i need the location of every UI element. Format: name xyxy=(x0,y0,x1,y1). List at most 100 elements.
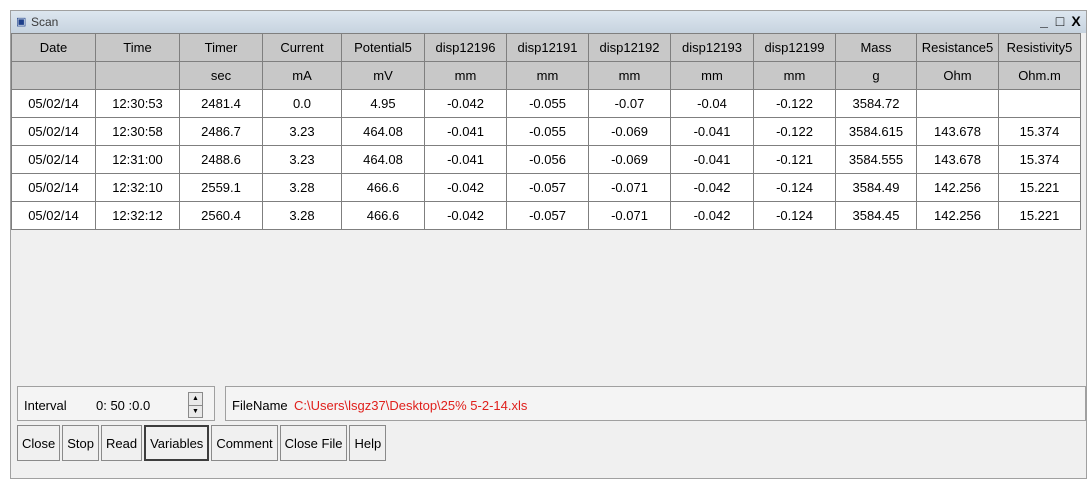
units-header-row-cell[interactable] xyxy=(95,61,180,90)
units-header-row-cell[interactable]: sec xyxy=(179,61,263,90)
table-cell[interactable]: -0.041 xyxy=(424,117,507,146)
table-cell[interactable]: 0.0 xyxy=(262,89,342,118)
table-cell[interactable]: -0.071 xyxy=(588,173,671,202)
table-cell[interactable]: -0.042 xyxy=(424,201,507,230)
units-header-row-cell[interactable] xyxy=(11,61,96,90)
column-header-row-cell[interactable]: disp12191 xyxy=(506,33,589,62)
table-cell[interactable]: 3584.615 xyxy=(835,117,917,146)
table-cell[interactable]: -0.071 xyxy=(588,201,671,230)
table-cell[interactable]: -0.041 xyxy=(670,117,754,146)
table-cell[interactable]: -0.057 xyxy=(506,173,589,202)
table-cell[interactable]: -0.069 xyxy=(588,117,671,146)
table-cell[interactable]: 05/02/14 xyxy=(11,201,96,230)
table-cell[interactable]: 3.28 xyxy=(262,173,342,202)
table-cell[interactable]: 466.6 xyxy=(341,201,425,230)
table-cell[interactable]: 12:30:53 xyxy=(95,89,180,118)
table-cell[interactable]: -0.055 xyxy=(506,89,589,118)
table-cell[interactable]: 464.08 xyxy=(341,145,425,174)
column-header-row-cell[interactable]: Current xyxy=(262,33,342,62)
help-button[interactable]: Help xyxy=(349,425,387,461)
table-cell[interactable]: 3584.49 xyxy=(835,173,917,202)
units-header-row-cell[interactable]: mV xyxy=(341,61,425,90)
table-cell[interactable]: 142.256 xyxy=(916,201,999,230)
read-button[interactable]: Read xyxy=(101,425,143,461)
table-cell[interactable]: -0.069 xyxy=(588,145,671,174)
table-cell[interactable]: 15.221 xyxy=(998,173,1081,202)
table-cell[interactable]: 15.374 xyxy=(998,145,1081,174)
units-header-row-cell[interactable]: Ohm.m xyxy=(998,61,1081,90)
close-file-button[interactable]: Close File xyxy=(279,425,348,461)
maximize-button[interactable]: □ xyxy=(1052,12,1068,30)
table-cell[interactable]: -0.122 xyxy=(753,117,836,146)
table-cell[interactable]: 2560.4 xyxy=(179,201,263,230)
stop-button[interactable]: Stop xyxy=(62,425,99,461)
table-cell[interactable]: -0.122 xyxy=(753,89,836,118)
close-button[interactable]: Close xyxy=(17,425,61,461)
table-cell[interactable]: 15.374 xyxy=(998,117,1081,146)
column-header-row-cell[interactable]: Date xyxy=(11,33,96,62)
table-cell[interactable]: 12:31:00 xyxy=(95,145,180,174)
minimize-button[interactable]: _ xyxy=(1036,12,1052,30)
column-header-row-cell[interactable]: disp12192 xyxy=(588,33,671,62)
column-header-row-cell[interactable]: Mass xyxy=(835,33,917,62)
column-header-row-cell[interactable]: Potential5 xyxy=(341,33,425,62)
data-grid[interactable]: Date Time Timer Current Potential5 disp12196 d… xyxy=(11,33,1081,230)
table-cell[interactable]: 2486.7 xyxy=(179,117,263,146)
table-cell[interactable]: -0.07 xyxy=(588,89,671,118)
table-cell[interactable]: 3.28 xyxy=(262,201,342,230)
table-cell[interactable]: 3584.45 xyxy=(835,201,917,230)
units-header-row-cell[interactable]: mm xyxy=(753,61,836,90)
table-cell[interactable]: 2559.1 xyxy=(179,173,263,202)
interval-spinner[interactable]: ▲ ▼ xyxy=(188,392,203,418)
table-cell[interactable]: 05/02/14 xyxy=(11,117,96,146)
table-cell[interactable]: -0.121 xyxy=(753,145,836,174)
table-cell[interactable]: 143.678 xyxy=(916,145,999,174)
table-cell[interactable]: -0.041 xyxy=(424,145,507,174)
table-cell[interactable]: 05/02/14 xyxy=(11,145,96,174)
variables-button[interactable]: Variables xyxy=(144,425,210,461)
table-cell[interactable]: 05/02/14 xyxy=(11,173,96,202)
table-cell[interactable]: -0.124 xyxy=(753,173,836,202)
table-cell[interactable]: 15.221 xyxy=(998,201,1081,230)
column-header-row-cell[interactable]: disp12199 xyxy=(753,33,836,62)
table-cell[interactable]: -0.042 xyxy=(670,201,754,230)
units-header-row-cell[interactable]: mm xyxy=(670,61,754,90)
table-cell[interactable]: 142.256 xyxy=(916,173,999,202)
table-cell[interactable]: 12:30:58 xyxy=(95,117,180,146)
table-cell[interactable] xyxy=(998,89,1081,118)
units-header-row-cell[interactable]: mA xyxy=(262,61,342,90)
table-cell[interactable]: 12:32:12 xyxy=(95,201,180,230)
table-cell[interactable]: -0.042 xyxy=(424,173,507,202)
table-cell[interactable]: -0.041 xyxy=(670,145,754,174)
column-header-row-cell[interactable]: disp12193 xyxy=(670,33,754,62)
interval-value[interactable]: 0: 50 :0.0 xyxy=(96,398,150,413)
spin-up-icon[interactable]: ▲ xyxy=(189,393,202,406)
table-cell[interactable]: 4.95 xyxy=(341,89,425,118)
table-cell[interactable]: -0.055 xyxy=(506,117,589,146)
units-header-row-cell[interactable]: mm xyxy=(424,61,507,90)
units-header-row-cell[interactable]: mm xyxy=(588,61,671,90)
column-header-row-cell[interactable]: Timer xyxy=(179,33,263,62)
units-header-row-cell[interactable]: Ohm xyxy=(916,61,999,90)
column-header-row-cell[interactable]: disp12196 xyxy=(424,33,507,62)
close-window-button[interactable]: X xyxy=(1068,12,1084,30)
table-cell[interactable]: 3.23 xyxy=(262,117,342,146)
table-cell[interactable]: -0.057 xyxy=(506,201,589,230)
table-cell[interactable]: 3.23 xyxy=(262,145,342,174)
table-cell[interactable]: -0.042 xyxy=(424,89,507,118)
comment-button[interactable]: Comment xyxy=(211,425,278,461)
spin-down-icon[interactable]: ▼ xyxy=(189,406,202,418)
column-header-row-cell[interactable]: Resistivity5 xyxy=(998,33,1081,62)
table-cell[interactable]: 143.678 xyxy=(916,117,999,146)
table-cell[interactable]: -0.042 xyxy=(670,173,754,202)
column-header-row-cell[interactable]: Time xyxy=(95,33,180,62)
units-header-row-cell[interactable]: mm xyxy=(506,61,589,90)
table-cell[interactable]: 2481.4 xyxy=(179,89,263,118)
table-cell[interactable]: -0.056 xyxy=(506,145,589,174)
table-cell[interactable]: 3584.555 xyxy=(835,145,917,174)
table-cell[interactable]: 464.08 xyxy=(341,117,425,146)
table-cell[interactable]: 12:32:10 xyxy=(95,173,180,202)
table-cell[interactable]: -0.04 xyxy=(670,89,754,118)
table-cell[interactable] xyxy=(916,89,999,118)
table-cell[interactable]: 3584.72 xyxy=(835,89,917,118)
